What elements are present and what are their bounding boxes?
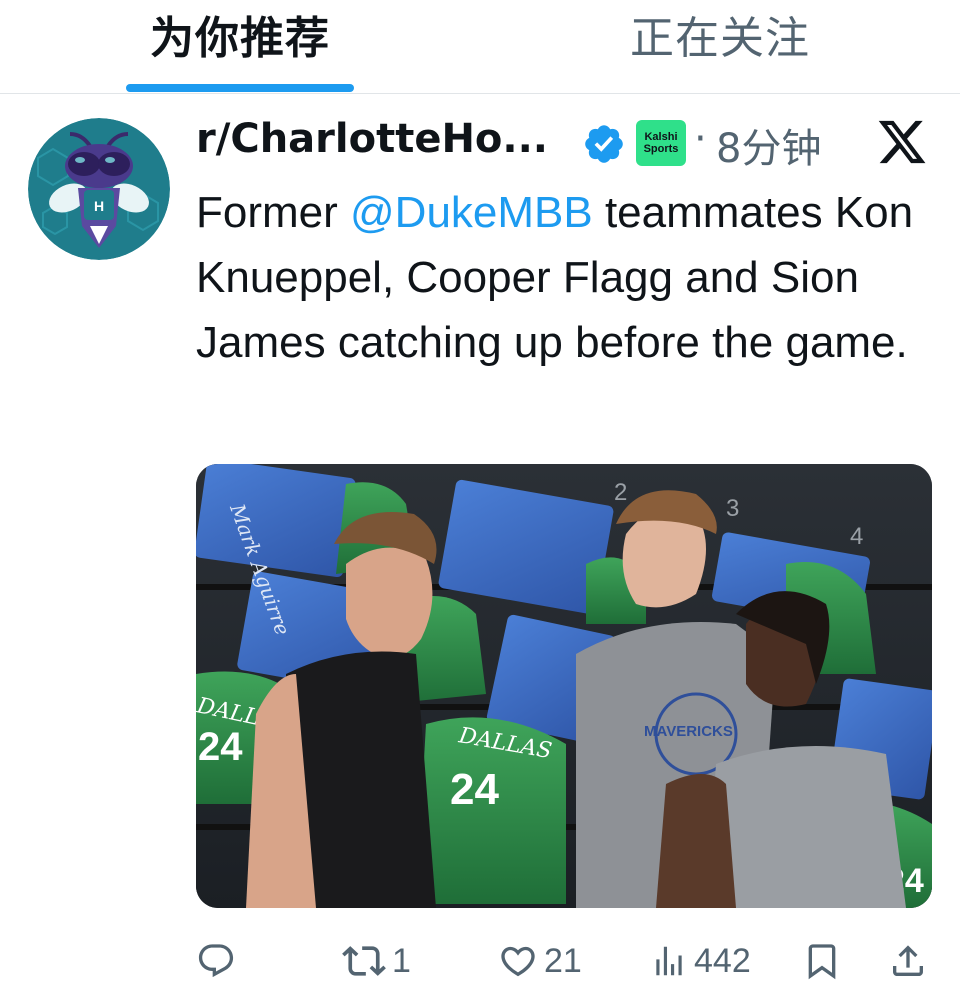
share-button[interactable]	[888, 936, 928, 986]
reply-icon	[198, 944, 234, 978]
tab-for-you[interactable]: 为你推荐	[90, 0, 390, 94]
affiliate-badge-line2: Sports	[643, 143, 679, 155]
affiliate-badge[interactable]: Kalshi Sports	[636, 120, 686, 166]
views-count: 442	[694, 941, 751, 980]
timestamp[interactable]: 8分钟	[716, 116, 821, 174]
affiliate-badge-line1: Kalshi	[644, 131, 678, 143]
tab-following-label: 正在关注	[630, 13, 810, 64]
tweet-actions: 1 21 442	[196, 936, 936, 986]
verified-badge-icon	[585, 125, 623, 163]
views-icon	[656, 946, 682, 976]
tab-for-you-label: 为你推荐	[150, 13, 330, 64]
tweet-text-start: Former	[196, 188, 350, 237]
retweet-count: 1	[392, 941, 411, 980]
separator-dot: ·	[694, 116, 707, 162]
shirt-text: MAVERICKS	[644, 723, 733, 740]
jersey-number: 24	[450, 765, 499, 814]
x-logo-icon[interactable]	[876, 116, 928, 168]
views-button[interactable]: 442	[650, 936, 751, 986]
seat-number: 4	[850, 523, 863, 550]
bookmark-icon	[808, 944, 836, 980]
tweet-header: r/CharlotteHo... Kalshi Sports · 8分钟	[196, 108, 936, 174]
active-tab-indicator	[126, 84, 354, 92]
hornet-avatar-icon: H	[28, 118, 170, 260]
seat-number: 2	[614, 479, 627, 506]
retweet-button[interactable]: 1	[342, 936, 411, 986]
share-icon	[893, 945, 923, 976]
retweet-icon	[342, 946, 386, 976]
like-icon	[501, 946, 535, 977]
tweet-photo[interactable]: 2 3 4 Mark Aguirre DALLAS 24 DALLAS 24 2…	[196, 464, 932, 908]
author-name[interactable]: r/CharlotteHo...	[196, 116, 548, 162]
bookmark-button[interactable]	[802, 936, 842, 986]
timeline-tabs: 为你推荐 正在关注	[0, 0, 960, 94]
tab-following[interactable]: 正在关注	[570, 0, 870, 94]
like-count: 21	[544, 941, 582, 980]
jersey-number: 24	[198, 725, 243, 769]
tweet-text: Former @DukeMBB teammates Kon Knueppel, …	[196, 180, 936, 375]
svg-text:H: H	[94, 198, 104, 214]
mention-link[interactable]: @DukeMBB	[350, 188, 593, 237]
avatar[interactable]: H	[28, 118, 170, 260]
arena-photo: 2 3 4 Mark Aguirre DALLAS 24 DALLAS 24 2…	[196, 464, 932, 908]
like-button[interactable]: 21	[498, 936, 582, 986]
reply-button[interactable]	[196, 936, 242, 986]
seat-number: 3	[726, 495, 739, 522]
